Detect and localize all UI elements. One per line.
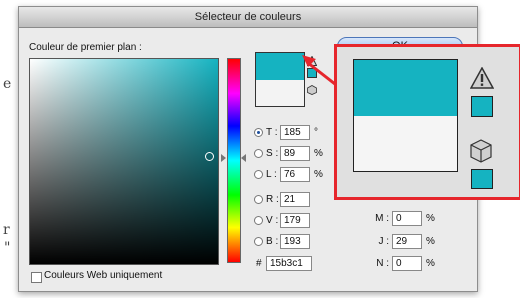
hex-row: # 15b3c1 bbox=[256, 255, 312, 271]
hex-input[interactable]: 15b3c1 bbox=[266, 255, 312, 271]
red-row: R : 21 bbox=[254, 191, 310, 207]
web-colors-checkbox[interactable] bbox=[31, 272, 42, 283]
hue-slider-left-arrow[interactable] bbox=[221, 154, 226, 162]
blue-row: B : 193 bbox=[254, 233, 310, 249]
luminosity-unit: % bbox=[314, 168, 323, 180]
red-radio[interactable] bbox=[254, 194, 263, 204]
zoom-current-color-swatch bbox=[353, 116, 458, 172]
yellow-unit: % bbox=[426, 235, 435, 247]
black-row: N : 0 % bbox=[371, 255, 435, 271]
hue-label: T : bbox=[266, 126, 278, 138]
background-text: " bbox=[4, 240, 11, 256]
blue-radio[interactable] bbox=[254, 236, 263, 246]
magenta-unit: % bbox=[426, 212, 435, 224]
color-field[interactable] bbox=[29, 58, 219, 265]
saturation-input[interactable]: 89 bbox=[280, 145, 310, 161]
hue-input[interactable]: 185 bbox=[280, 124, 310, 140]
green-label: V : bbox=[266, 214, 279, 226]
yellow-input[interactable]: 29 bbox=[392, 233, 422, 249]
luminosity-radio[interactable] bbox=[254, 169, 263, 179]
green-row: V : 179 bbox=[254, 212, 310, 228]
cube-icon[interactable] bbox=[307, 85, 317, 95]
zoom-web-safe-color-swatch bbox=[471, 169, 493, 189]
color-picker-circle[interactable] bbox=[205, 152, 214, 161]
magenta-row: M : 0 % bbox=[371, 210, 435, 226]
callout-arrowhead bbox=[302, 55, 316, 67]
hue-radio[interactable] bbox=[254, 127, 263, 137]
hue-unit: ° bbox=[314, 126, 318, 138]
green-input[interactable]: 179 bbox=[280, 212, 310, 228]
zoom-gamut-color-swatch bbox=[471, 96, 493, 117]
current-color-swatch[interactable] bbox=[255, 80, 305, 107]
new-color-swatch bbox=[255, 52, 305, 80]
hue-slider-right-arrow[interactable] bbox=[241, 154, 246, 162]
saturation-unit: % bbox=[314, 147, 323, 159]
magenta-input[interactable]: 0 bbox=[392, 210, 422, 226]
dialog-title: Sélecteur de couleurs bbox=[19, 7, 477, 28]
red-label: R : bbox=[266, 193, 279, 205]
black-input[interactable]: 0 bbox=[392, 255, 422, 271]
blue-input[interactable]: 193 bbox=[280, 233, 310, 249]
green-radio[interactable] bbox=[254, 215, 263, 225]
luminosity-input[interactable]: 76 bbox=[280, 166, 310, 182]
black-label: N : bbox=[376, 257, 389, 269]
yellow-row: J : 29 % bbox=[371, 233, 435, 249]
foreground-color-label: Couleur de premier plan : bbox=[29, 42, 142, 53]
red-input[interactable]: 21 bbox=[280, 191, 310, 207]
zoom-cube-icon bbox=[470, 139, 492, 163]
background-text: r bbox=[3, 222, 10, 238]
saturation-radio[interactable] bbox=[254, 148, 263, 158]
hue-row: T : 185 ° bbox=[254, 124, 318, 140]
saturation-label: S : bbox=[266, 147, 279, 159]
hue-slider[interactable] bbox=[227, 58, 241, 263]
yellow-label: J : bbox=[378, 235, 389, 247]
saturation-row: S : 89 % bbox=[254, 145, 323, 161]
background-text: e bbox=[3, 76, 12, 92]
black-unit: % bbox=[426, 257, 435, 269]
hex-label: # bbox=[256, 257, 262, 269]
zoom-inset bbox=[334, 44, 520, 200]
web-colors-label: Couleurs Web uniquement bbox=[44, 270, 163, 281]
zoom-new-color-swatch bbox=[353, 59, 458, 116]
magenta-label: M : bbox=[375, 212, 389, 224]
luminosity-label: L : bbox=[266, 168, 277, 180]
blue-label: B : bbox=[266, 235, 279, 247]
luminosity-row: L : 76 % bbox=[254, 166, 323, 182]
zoom-warning-triangle-icon bbox=[470, 67, 494, 89]
